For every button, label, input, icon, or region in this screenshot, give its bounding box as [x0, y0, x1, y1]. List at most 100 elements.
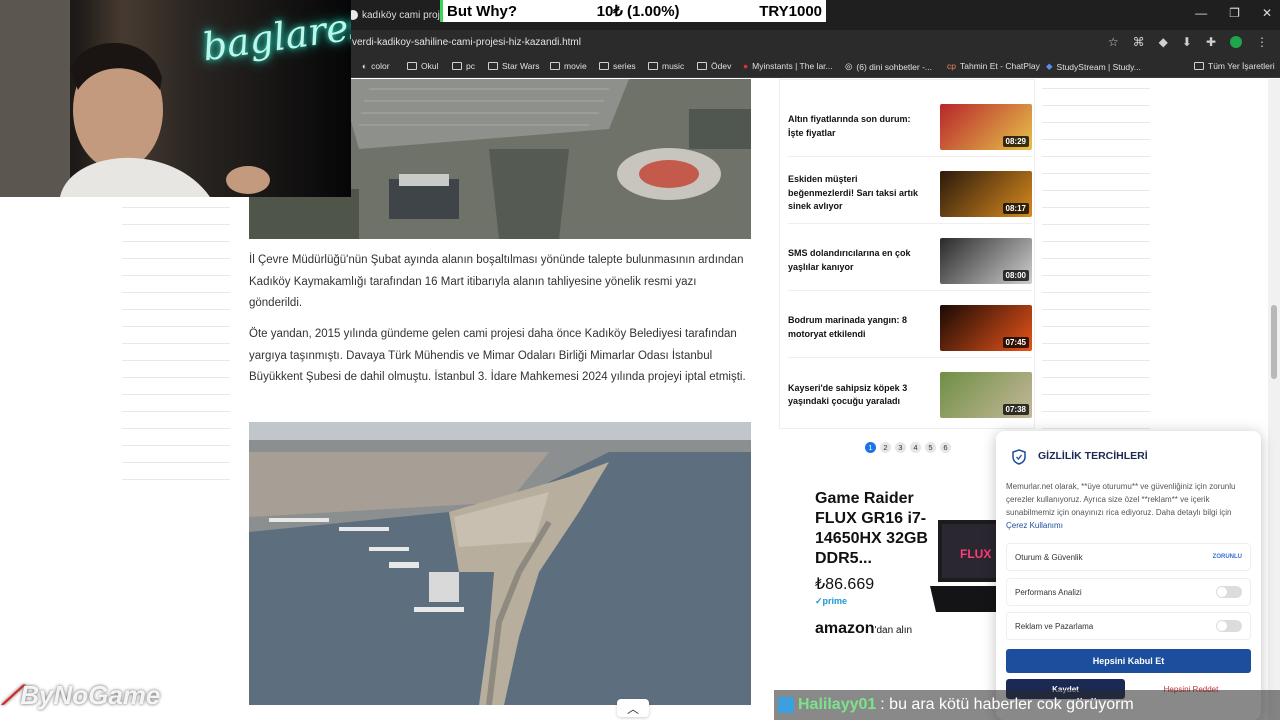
page-button[interactable]: 2	[880, 442, 891, 453]
news-title: Bodrum marinada yangın: 8 motoryat etkil…	[788, 315, 908, 339]
news-title: Altın fiyatlarında son durum: İşte fiyat…	[788, 114, 911, 138]
minimize-icon[interactable]: —	[1195, 6, 1207, 20]
news-item[interactable]: Kayseri'de sahipsiz köpek 3 yaşındaki ço…	[788, 365, 1032, 425]
logo-mark-icon: ⟋	[2, 680, 21, 710]
background-brick-pattern	[1042, 79, 1150, 429]
news-thumbnail: 07:38	[940, 372, 1032, 418]
folder-icon	[550, 62, 560, 70]
chat-badge-icon	[778, 697, 794, 713]
chatplay-icon: cp	[947, 61, 956, 71]
toolbar-icons: ☆ ⌘ ◆ ⬇ ✚ ⋮	[1108, 35, 1268, 49]
page-scrollbar[interactable]	[1268, 79, 1280, 720]
goal-question: But Why?	[447, 2, 517, 20]
folder-icon	[599, 62, 609, 70]
performance-toggle[interactable]	[1216, 586, 1242, 598]
globe-icon: ◎	[845, 61, 853, 71]
bookmark-item-all[interactable]: Tüm Yer İşaretleri	[1194, 61, 1275, 71]
cookie-option-session: Oturum & Güvenlik ZORUNLU	[1006, 543, 1251, 571]
ad-price: ₺86.669	[815, 576, 875, 593]
webcam-overlay: baglares	[0, 0, 351, 197]
news-item[interactable]: Eskiden müşteri beğenmezlerdi! Sarı taks…	[788, 164, 1032, 224]
channel-logo: ⟋ByNoGame	[2, 680, 161, 710]
news-thumbnail: 08:17	[940, 170, 1032, 217]
chevron-up-icon: ︿	[626, 701, 639, 716]
page-button[interactable]: 4	[910, 442, 921, 453]
bookmark-item[interactable]: ◆ StudyStream | Study...	[1046, 61, 1141, 72]
page-button[interactable]: 1	[865, 442, 876, 453]
cookie-option-performance: Performans Analizi	[1006, 578, 1251, 606]
cookie-option-ads: Reklam ve Pazarlama	[1006, 612, 1251, 640]
folder-icon	[452, 62, 462, 70]
goal-amount: 10₺ (1.00%)	[596, 3, 680, 20]
news-item[interactable]: Bodrum marinada yangın: 8 motoryat etkil…	[788, 298, 1032, 358]
tab-title: kadıköy cami projesi	[362, 9, 440, 21]
news-item[interactable]: Altın fiyatlarında son durum: İşte fiyat…	[788, 97, 1032, 157]
cookie-policy-link[interactable]: Çerez Kullanımı	[1006, 521, 1063, 530]
laptop-image: FLUX	[930, 520, 1000, 612]
browser-tab[interactable]: kadıköy cami projesi	[348, 5, 440, 25]
bookmark-item[interactable]: ● Myinstants | The lar...	[743, 61, 833, 71]
amazon-logo: amazon'dan alın	[815, 620, 913, 637]
article-paragraph: İl Çevre Müdürlüğü'nün Şubat ayında alan…	[249, 254, 744, 309]
puzzle-icon[interactable]: ✚	[1206, 35, 1216, 49]
maximize-icon[interactable]: ❐	[1229, 6, 1240, 20]
folder-icon	[1194, 62, 1204, 70]
profile-avatar[interactable]	[1230, 36, 1242, 48]
page-button[interactable]: 6	[940, 442, 951, 453]
video-duration: 08:17	[1002, 202, 1029, 214]
video-duration: 08:00	[1002, 269, 1029, 281]
video-duration: 07:38	[1002, 404, 1029, 415]
folder-icon	[648, 62, 658, 70]
bookmark-item[interactable]: ◐ color	[362, 61, 390, 71]
ads-toggle[interactable]	[1216, 620, 1242, 632]
news-title: Eskiden müşteri beğenmezlerdi! Sarı taks…	[788, 174, 919, 212]
bookmark-item[interactable]: pc	[452, 61, 475, 71]
bookmark-item[interactable]: cp Tahmin Et - ChatPlay	[947, 61, 1040, 71]
cookie-dialog-title: GİZLİLİK TERCİHLERİ	[1038, 450, 1148, 462]
bookmark-item[interactable]: music	[648, 61, 684, 71]
bookmark-item[interactable]: ◎ (6) dini sohbetler -...	[845, 61, 932, 72]
chat-overlay: Halilayy01 : bu ara kötü haberler cok gö…	[774, 690, 1280, 720]
news-thumbnail: 08:29	[940, 103, 1032, 150]
accept-all-button[interactable]: Hepsini Kabul Et	[1006, 649, 1251, 673]
page-button[interactable]: 5	[925, 442, 936, 453]
palette-icon: ◐	[362, 61, 368, 71]
cookie-dialog-text: Memurlar.net olarak, **üye oturumu** ve …	[1006, 482, 1236, 530]
translate-icon[interactable]: ⌘	[1133, 35, 1145, 49]
bookmark-item[interactable]: Okul	[407, 61, 438, 71]
article-aerial-image	[249, 422, 751, 705]
news-thumbnail: 07:45	[940, 304, 1032, 351]
scroll-to-top-button[interactable]: ︿	[617, 699, 649, 717]
studystream-icon: ◆	[1046, 61, 1053, 71]
close-icon[interactable]: ✕	[1262, 6, 1272, 20]
window-controls: — ❐ ✕	[1195, 6, 1272, 20]
bookmark-item[interactable]: Star Wars	[488, 61, 539, 71]
news-item[interactable]: SMS dolandırıcılarına en çok yaşlılar ka…	[788, 231, 1032, 291]
bookmark-item[interactable]: Ödev	[697, 61, 731, 71]
news-thumbnail: 08:00	[940, 237, 1032, 284]
shield-icon	[1012, 449, 1026, 465]
prime-badge: ✓prime	[815, 596, 848, 606]
svg-text:FLUX: FLUX	[960, 547, 991, 561]
folder-icon	[407, 62, 417, 70]
scrollbar-thumb[interactable]	[1271, 305, 1277, 379]
bookmark-item[interactable]: movie	[550, 61, 587, 71]
news-pagination: 1 2 3 4 5 6	[865, 442, 951, 453]
chat-username: Halilayy01	[798, 696, 877, 713]
screen: kadıköy cami projesi But Why? 10₺ (1.00%…	[0, 0, 1280, 720]
folder-icon	[488, 62, 498, 70]
myinstants-icon: ●	[743, 61, 749, 71]
ad-title[interactable]: Game Raider FLUX GR16 i7-14650HX 32GB DD…	[815, 489, 930, 569]
goal-target: TRY1000	[759, 2, 822, 20]
url-text[interactable]: verdi-kadikoy-sahiline-cami-projesi-hiz-…	[352, 37, 581, 48]
news-title: SMS dolandırıcılarına en çok yaşlılar ka…	[788, 248, 911, 272]
article-paragraph: Öte yandan, 2015 yılında gündeme gelen c…	[249, 328, 746, 383]
extension-icon[interactable]: ◆	[1159, 35, 1168, 49]
chat-message: : bu ara kötü haberler cok görüyorm	[880, 696, 1134, 713]
folder-icon	[697, 62, 707, 70]
star-icon[interactable]: ☆	[1108, 35, 1119, 49]
page-button[interactable]: 3	[895, 442, 906, 453]
menu-icon[interactable]: ⋮	[1256, 35, 1268, 49]
bookmark-item[interactable]: series	[599, 61, 636, 71]
download-icon[interactable]: ⬇	[1182, 35, 1192, 49]
